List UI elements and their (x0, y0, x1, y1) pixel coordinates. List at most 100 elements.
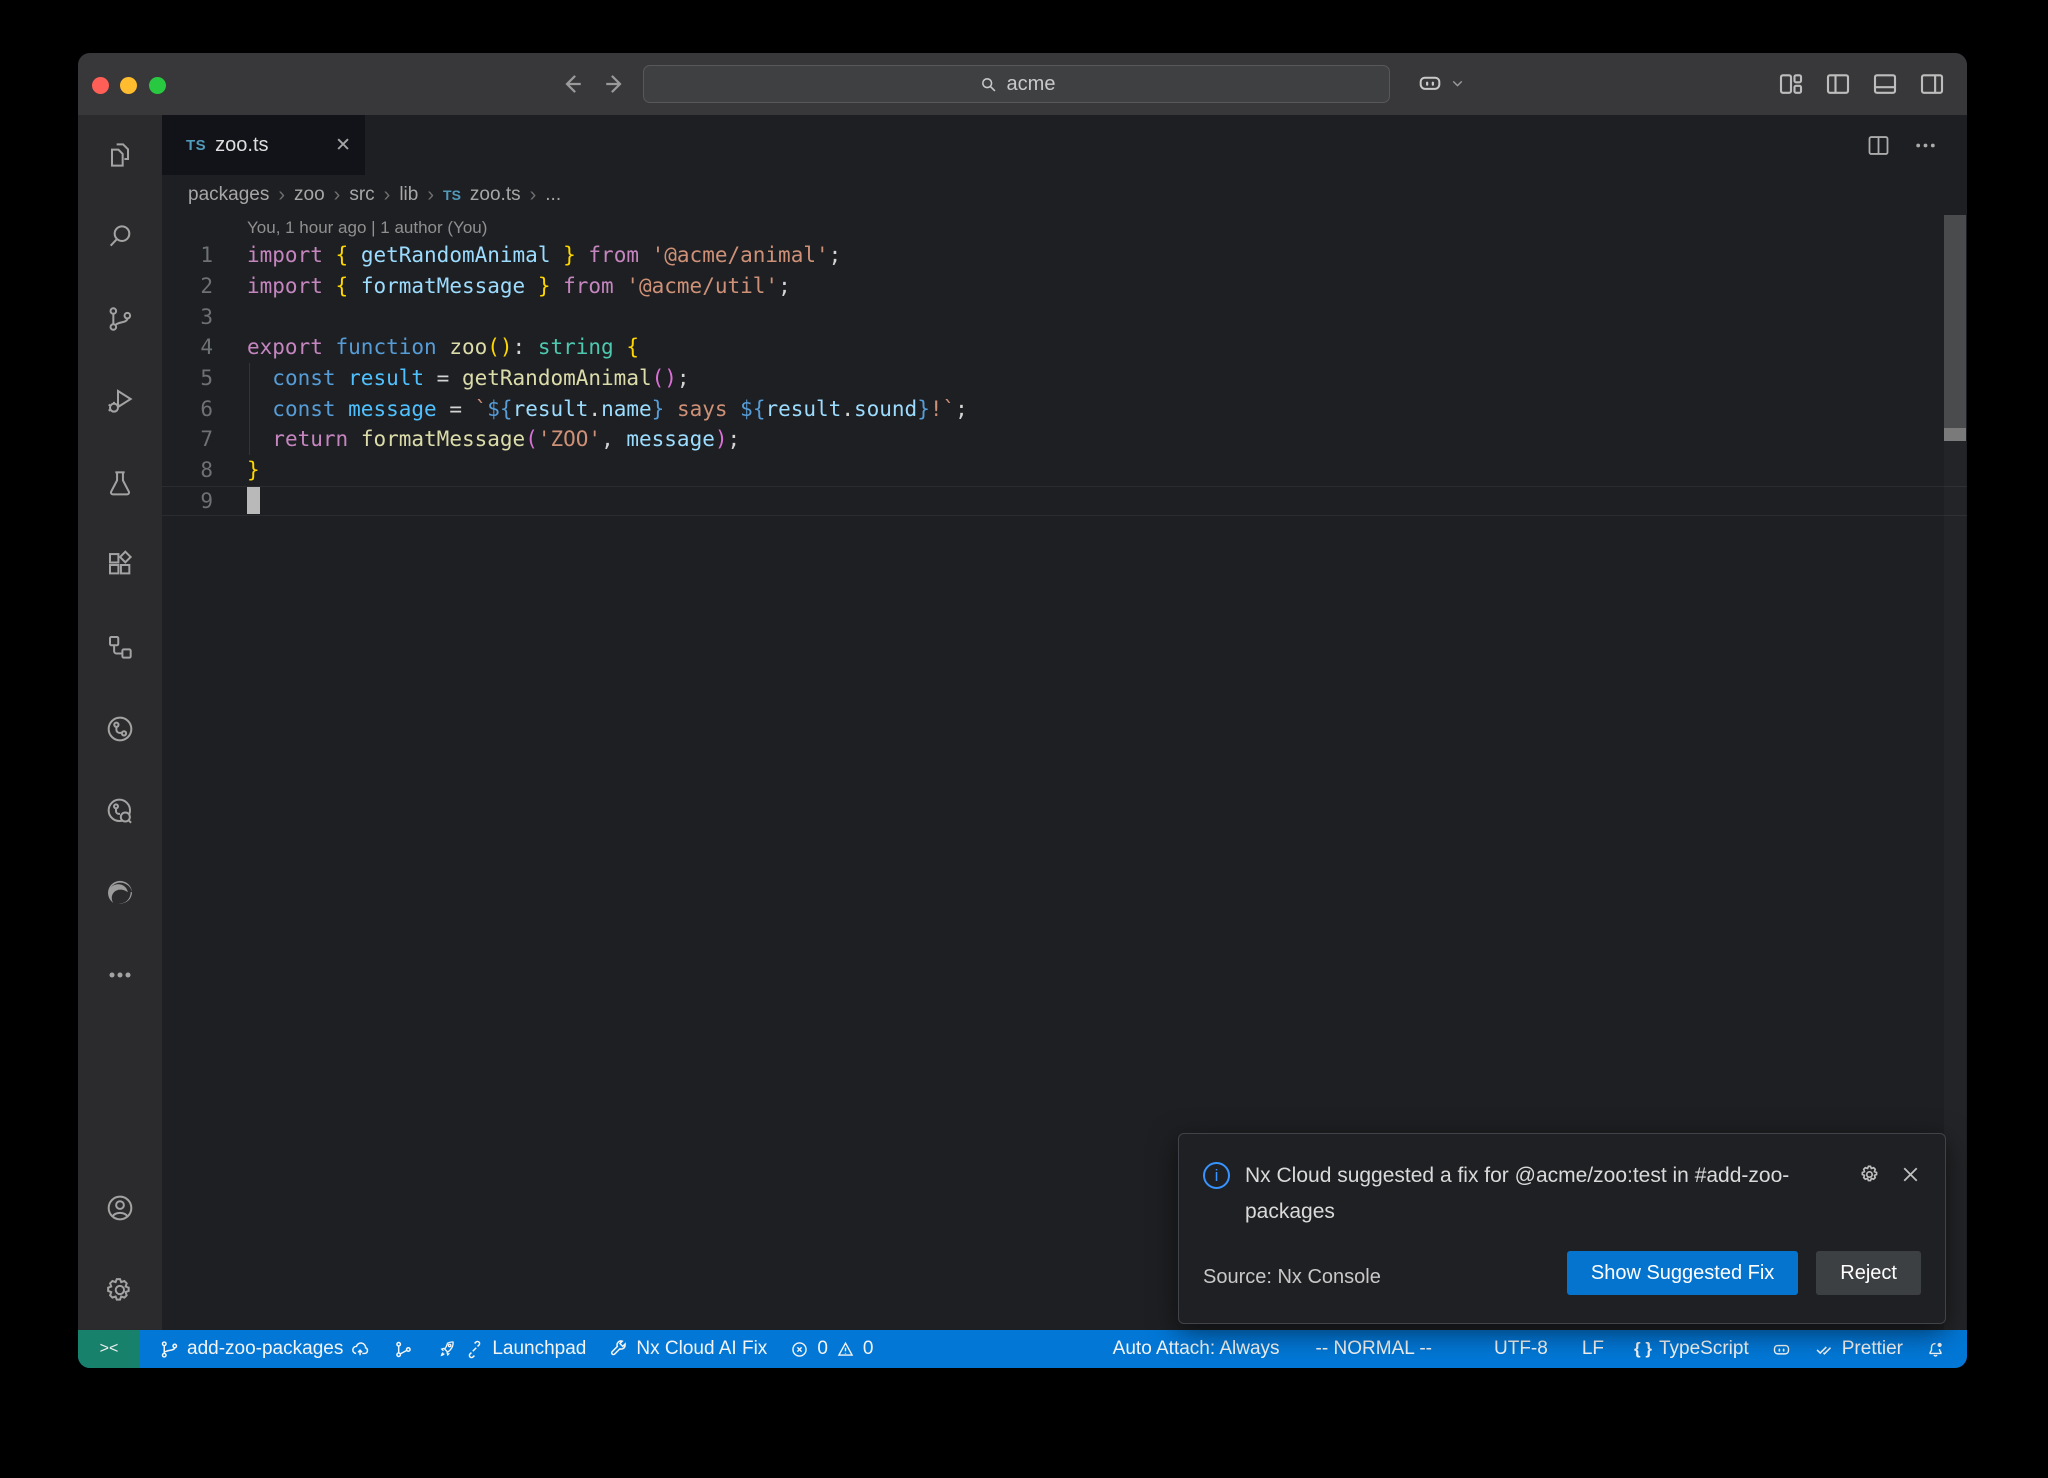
tab-close-icon[interactable]: ✕ (335, 134, 351, 157)
typescript-file-icon: TS (186, 137, 206, 154)
encoding-item[interactable]: UTF-8 (1483, 1330, 1559, 1368)
line-number: 1 (162, 243, 213, 267)
line-number: 2 (162, 274, 213, 298)
typescript-file-icon: TS (443, 187, 461, 203)
settings-gear-icon[interactable] (96, 1266, 144, 1314)
notifications-bell-icon[interactable] (1914, 1330, 1957, 1368)
breadcrumb-separator: › (278, 184, 285, 207)
link-icon (464, 1339, 485, 1360)
git-branch-item[interactable]: add-zoo-packages (148, 1330, 382, 1368)
notification-toast: i Nx Cloud suggested a fix for @acme/zoo… (1178, 1133, 1946, 1324)
code-line[interactable]: 2import { formatMessage } from '@acme/ut… (162, 271, 1967, 302)
editor-scrollbar[interactable] (1944, 215, 1966, 1330)
launchpad-item[interactable]: Launchpad (425, 1330, 597, 1368)
breadcrumb-file[interactable]: zoo.ts (470, 184, 521, 206)
copilot-menu-button[interactable] (1416, 69, 1466, 97)
search-view-icon[interactable] (96, 213, 144, 261)
scrollbar-thumb[interactable] (1944, 215, 1966, 433)
reject-button[interactable]: Reject (1816, 1251, 1921, 1295)
macos-zoom-button[interactable] (149, 77, 166, 94)
line-number: 9 (162, 489, 213, 513)
code-line[interactable]: 8} (162, 455, 1967, 486)
git-blame-codelens[interactable]: You, 1 hour ago | 1 author (You) (162, 215, 1967, 240)
source-control-icon[interactable] (96, 295, 144, 343)
activity-bar (78, 115, 162, 1330)
show-suggested-fix-button[interactable]: Show Suggested Fix (1567, 1251, 1798, 1295)
toggle-secondary-sidebar-icon[interactable] (1917, 69, 1947, 99)
nx-console-icon[interactable] (96, 705, 144, 753)
formatter-item[interactable]: Prettier (1803, 1330, 1914, 1368)
problems-item[interactable]: 0 0 (778, 1330, 884, 1368)
breadcrumb-item[interactable]: packages (188, 184, 269, 206)
edge-browser-icon[interactable] (96, 869, 144, 917)
breadcrumb-separator: › (384, 184, 391, 207)
code-line[interactable]: 7 return formatMessage('ZOO', message); (162, 424, 1967, 455)
eol-item[interactable]: LF (1571, 1330, 1615, 1368)
vim-mode-indicator[interactable]: -- NORMAL -- (1305, 1330, 1443, 1368)
info-icon: i (1203, 1162, 1230, 1189)
navigate-back-icon[interactable] (557, 69, 587, 99)
tab-label: zoo.ts (215, 134, 268, 157)
navigate-forward-icon[interactable] (600, 69, 630, 99)
breadcrumb-tail[interactable]: ... (545, 184, 561, 206)
references-linked-squares-icon[interactable] (96, 623, 144, 671)
tab-zoo-ts[interactable]: TS zoo.ts ✕ (162, 115, 365, 175)
explorer-icon[interactable] (96, 131, 144, 179)
copilot-status-item[interactable] (1760, 1330, 1803, 1368)
accounts-icon[interactable] (96, 1184, 144, 1232)
code-line[interactable]: 3 (162, 301, 1967, 332)
vscode-window: acme (78, 53, 1967, 1368)
git-branch-icon (159, 1339, 180, 1360)
more-actions-icon[interactable] (1912, 132, 1939, 159)
rocket-icon (436, 1339, 457, 1360)
auto-attach-item[interactable]: Auto Attach: Always (1102, 1330, 1291, 1368)
double-check-icon (1814, 1339, 1835, 1360)
code-line[interactable]: 9 (162, 486, 1967, 517)
indent-guide (249, 363, 250, 455)
breadcrumb: packages › zoo › src › lib › TS zoo.ts ›… (162, 175, 1967, 215)
breadcrumb-item[interactable]: lib (399, 184, 418, 206)
breadcrumb-separator: › (427, 184, 434, 207)
chevron-down-icon (1449, 75, 1466, 92)
testing-beaker-icon[interactable] (96, 459, 144, 507)
breadcrumb-separator: › (334, 184, 341, 207)
remote-indicator[interactable]: >< (78, 1330, 140, 1368)
language-mode-item[interactable]: { } TypeScript (1623, 1330, 1760, 1368)
titlebar: acme (78, 53, 1967, 115)
search-icon (978, 74, 999, 95)
editor-block-cursor (247, 487, 260, 514)
command-center-search[interactable]: acme (643, 65, 1390, 103)
close-icon[interactable] (1898, 1162, 1923, 1187)
overview-ruler-cursor-marker (1944, 428, 1966, 441)
run-and-debug-icon[interactable] (96, 377, 144, 425)
search-value: acme (1007, 73, 1056, 96)
braces-icon: { } (1634, 1339, 1652, 1359)
breadcrumb-item[interactable]: zoo (294, 184, 325, 206)
notification-settings-gear-icon[interactable] (1858, 1162, 1883, 1187)
code-lines: 1import { getRandomAnimal } from '@acme/… (162, 240, 1967, 516)
warning-count: 0 (863, 1338, 874, 1360)
copilot-icon (1416, 69, 1444, 97)
code-line[interactable]: 1import { getRandomAnimal } from '@acme/… (162, 240, 1967, 271)
code-line[interactable]: 5 const result = getRandomAnimal(); (162, 363, 1967, 394)
code-line[interactable]: 6 const message = `${result.name} says $… (162, 393, 1967, 424)
tab-bar: TS zoo.ts ✕ (162, 115, 1967, 175)
breadcrumb-item[interactable]: src (349, 184, 374, 206)
extensions-icon[interactable] (96, 541, 144, 589)
more-views-ellipsis-icon[interactable] (96, 951, 144, 999)
macos-close-button[interactable] (92, 77, 109, 94)
notification-source: Source: Nx Console (1203, 1266, 1381, 1289)
customize-layout-icon[interactable] (1776, 69, 1806, 99)
macos-minimize-button[interactable] (120, 77, 137, 94)
source-control-graph-item[interactable] (382, 1330, 425, 1368)
toggle-primary-sidebar-icon[interactable] (1823, 69, 1853, 99)
nx-cloud-graph-search-icon[interactable] (96, 787, 144, 835)
nx-cloud-ai-fix-item[interactable]: Nx Cloud AI Fix (597, 1330, 778, 1368)
breadcrumb-separator: › (530, 184, 537, 207)
split-editor-icon[interactable] (1865, 132, 1892, 159)
line-number: 4 (162, 335, 213, 359)
line-number: 3 (162, 305, 213, 329)
line-number: 5 (162, 366, 213, 390)
toggle-panel-icon[interactable] (1870, 69, 1900, 99)
code-line[interactable]: 4export function zoo(): string { (162, 332, 1967, 363)
